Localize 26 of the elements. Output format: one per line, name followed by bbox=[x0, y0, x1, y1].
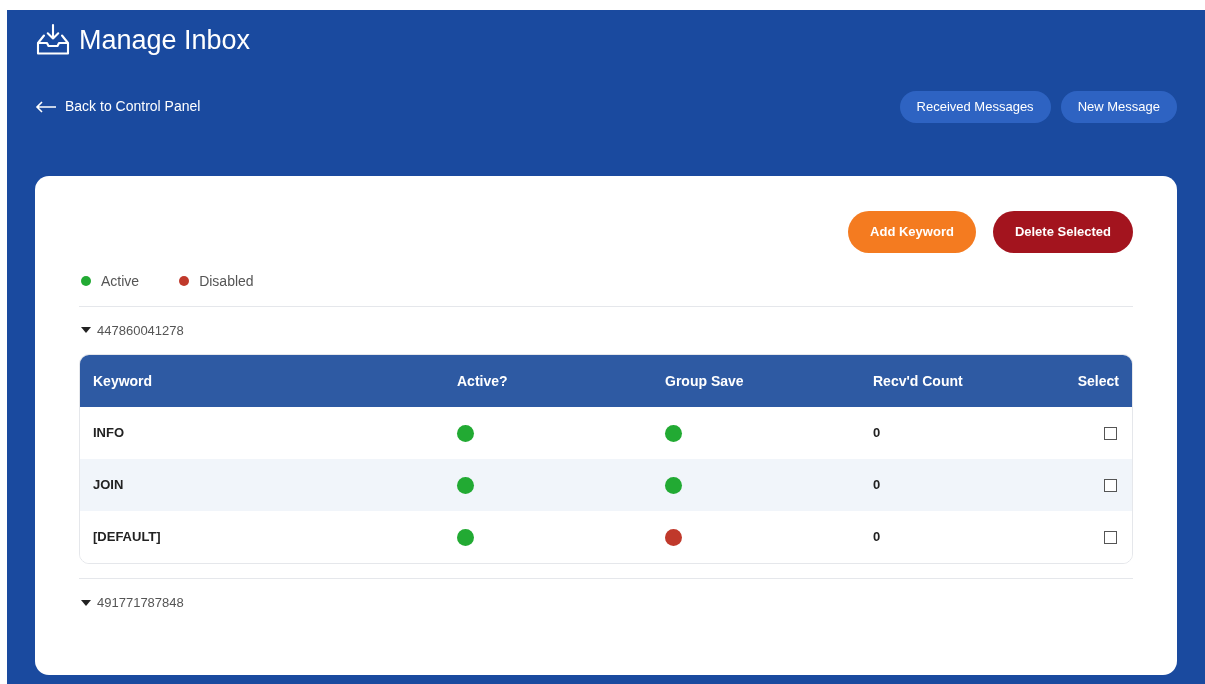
keyword-cell-text: INFO bbox=[93, 424, 126, 443]
column-header: Select bbox=[1076, 371, 1119, 391]
column-header: Recv'd Count bbox=[873, 371, 964, 391]
header-button[interactable]: New Message bbox=[1060, 90, 1177, 123]
keyword-cell-text: JOIN bbox=[93, 476, 125, 495]
count-cell-text: 0 bbox=[873, 424, 882, 443]
group-number[interactable]: 447860041278 bbox=[97, 320, 184, 340]
caret-down-icon[interactable] bbox=[81, 599, 91, 606]
legend-label: Disabled bbox=[199, 271, 254, 291]
count-cell-text: 0 bbox=[873, 476, 882, 495]
back-link[interactable]: Back to Control Panel bbox=[35, 96, 201, 117]
action-button[interactable]: Delete Selected bbox=[992, 210, 1133, 253]
column-header: Group Save bbox=[665, 371, 745, 391]
select-checkbox[interactable] bbox=[1104, 478, 1117, 492]
select-checkbox[interactable] bbox=[1104, 426, 1117, 440]
caret-down-icon[interactable] bbox=[81, 327, 91, 334]
count-cell-text: 0 bbox=[873, 528, 882, 547]
legend-label: Active bbox=[101, 271, 140, 291]
header-button[interactable]: Received Messages bbox=[899, 90, 1051, 123]
page-title: Manage Inbox bbox=[79, 24, 251, 57]
column-header: Active? bbox=[457, 371, 509, 391]
select-checkbox[interactable] bbox=[1104, 530, 1117, 544]
group-number[interactable]: 491771787848 bbox=[97, 593, 184, 613]
column-header: Keyword bbox=[93, 371, 154, 391]
keyword-cell-text: [DEFAULT] bbox=[93, 528, 162, 547]
left-arrow-icon bbox=[35, 100, 57, 113]
